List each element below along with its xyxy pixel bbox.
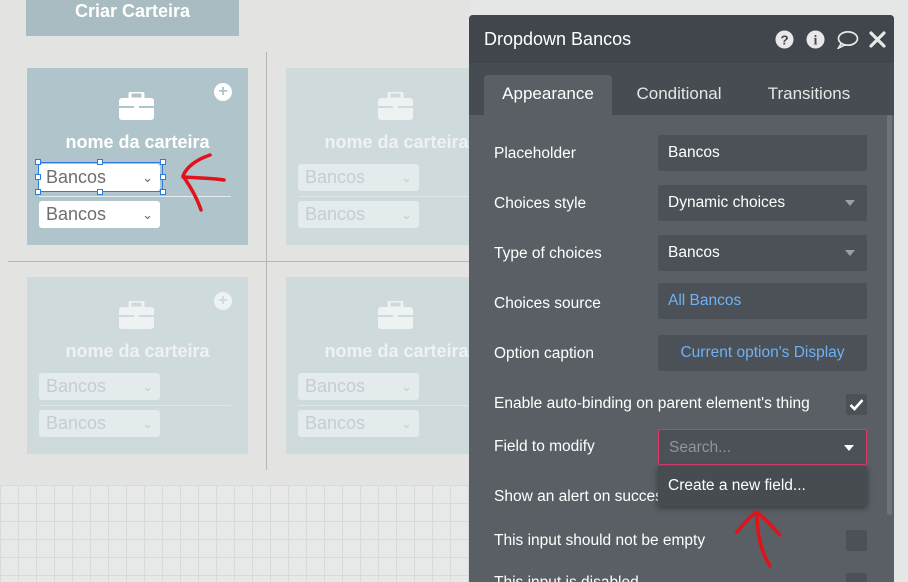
card-title: nome da carteira	[65, 132, 210, 152]
canvas-divider-horizontal	[8, 261, 470, 262]
panel-scrollbar[interactable]	[887, 115, 892, 515]
bancos-dropdown[interactable]: Bancos ⌄	[298, 164, 419, 191]
dropdown-label: Bancos	[46, 413, 107, 433]
field-search-popup[interactable]: Create a new field...	[658, 466, 867, 506]
auto-binding-checkbox[interactable]	[846, 394, 867, 415]
card-separator	[39, 405, 231, 406]
comment-icon[interactable]	[836, 30, 859, 49]
panel-header[interactable]: Dropdown Bancos ? i	[469, 15, 894, 63]
criar-carteira-label: Criar Carteira	[74, 1, 191, 21]
tab-conditional[interactable]: Conditional	[619, 75, 739, 115]
dropdown-label: Bancos	[305, 376, 366, 396]
type-of-choices-select[interactable]: Bancos	[658, 235, 867, 271]
briefcase-icon	[378, 301, 413, 329]
option-caption-label: Option caption	[494, 345, 594, 362]
add-icon[interactable]: +	[214, 292, 232, 310]
caret-down-icon	[844, 445, 854, 451]
panel-title: Dropdown Bancos	[484, 29, 632, 49]
dropdown-label: Bancos	[305, 413, 366, 433]
add-icon[interactable]: +	[214, 83, 232, 101]
info-icon[interactable]: i	[806, 30, 825, 49]
tab-transitions[interactable]: Transitions	[749, 75, 869, 115]
canvas-grid	[0, 485, 470, 582]
bancos-dropdown-secondary[interactable]: Bancos ⌄	[298, 201, 419, 228]
panel-tabs: Appearance Conditional Transitions	[469, 63, 894, 115]
briefcase-icon	[119, 92, 154, 120]
caret-down-icon	[845, 200, 855, 206]
chevron-down-icon: ⌄	[142, 379, 153, 394]
bancos-dropdown[interactable]: Bancos ⌄	[39, 373, 160, 400]
chevron-down-icon: ⌄	[142, 207, 153, 222]
resize-handle[interactable]	[160, 189, 166, 195]
resize-handle[interactable]	[160, 174, 166, 180]
choices-style-label: Choices style	[494, 195, 587, 212]
choices-source-label: Choices source	[494, 295, 601, 312]
help-icon[interactable]: ?	[775, 30, 794, 49]
choices-style-select[interactable]: Dynamic choices	[658, 185, 867, 221]
field-to-modify-placeholder: Search...	[669, 439, 732, 456]
dropdown-label: Bancos	[305, 167, 366, 187]
choices-source-expression[interactable]: All Bancos	[658, 283, 867, 319]
chevron-down-icon: ⌄	[401, 170, 412, 185]
disabled-label: This input is disabled	[494, 574, 639, 582]
card-title: nome da carteira	[65, 341, 210, 361]
card-separator	[298, 405, 490, 406]
criar-carteira-button[interactable]: Criar Carteira	[26, 0, 239, 36]
placeholder-input[interactable]: Bancos	[658, 135, 867, 171]
chevron-down-icon: ⌄	[401, 416, 412, 431]
bancos-dropdown[interactable]: Bancos ⌄	[298, 373, 419, 400]
dropdown-label: Bancos	[46, 204, 107, 224]
tab-appearance[interactable]: Appearance	[484, 75, 612, 115]
resize-handle[interactable]	[97, 159, 103, 165]
not-empty-checkbox[interactable]	[846, 530, 867, 551]
type-of-choices-label: Type of choices	[494, 245, 602, 262]
placeholder-value: Bancos	[668, 144, 720, 161]
dropdown-label: Bancos	[46, 376, 107, 396]
resize-handle[interactable]	[35, 174, 41, 180]
card-separator	[298, 196, 490, 197]
chevron-down-icon: ⌄	[401, 379, 412, 394]
create-new-field-option[interactable]: Create a new field...	[668, 477, 806, 494]
bancos-dropdown-secondary[interactable]: Bancos ⌄	[298, 410, 419, 437]
type-of-choices-value: Bancos	[668, 244, 720, 261]
wallet-card[interactable]: + nome da carteira Bancos ⌄ Bancos ⌄	[27, 68, 248, 245]
chevron-down-icon: ⌄	[401, 207, 412, 222]
disabled-checkbox[interactable]	[846, 573, 867, 582]
resize-handle[interactable]	[35, 189, 41, 195]
choices-style-value: Dynamic choices	[668, 194, 786, 211]
svg-text:?: ?	[780, 32, 788, 47]
option-caption-value: Current option's Display	[680, 344, 845, 361]
briefcase-icon	[119, 301, 154, 329]
bancos-dropdown-secondary[interactable]: Bancos ⌄	[39, 201, 160, 228]
option-caption-expression[interactable]: Current option's Display	[658, 335, 867, 371]
card-separator	[39, 196, 231, 197]
resize-handle[interactable]	[160, 159, 166, 165]
chevron-down-icon: ⌄	[142, 416, 153, 431]
resize-handle[interactable]	[97, 189, 103, 195]
field-to-modify-label: Field to modify	[494, 438, 595, 455]
auto-binding-label: Enable auto-binding on parent element's …	[494, 395, 810, 412]
svg-text:i: i	[814, 32, 818, 47]
not-empty-label: This input should not be empty	[494, 532, 706, 549]
resize-handle[interactable]	[35, 159, 41, 165]
dropdown-label: Bancos	[305, 204, 366, 224]
briefcase-icon	[378, 92, 413, 120]
show-alert-label: Show an alert on success	[494, 488, 671, 505]
placeholder-label: Placeholder	[494, 145, 576, 162]
property-editor-panel: Dropdown Bancos ? i Appearance Condition…	[469, 15, 894, 582]
wallet-card[interactable]: + nome da carteira Bancos ⌄ Bancos ⌄	[27, 277, 248, 454]
choices-source-value: All Bancos	[668, 292, 742, 309]
bancos-dropdown-secondary[interactable]: Bancos ⌄	[39, 410, 160, 437]
field-to-modify-search[interactable]: Search...	[658, 429, 867, 465]
checkmark-icon	[849, 399, 864, 411]
close-icon[interactable]	[869, 30, 886, 49]
caret-down-icon	[845, 250, 855, 256]
selection-frame[interactable]	[35, 159, 166, 195]
